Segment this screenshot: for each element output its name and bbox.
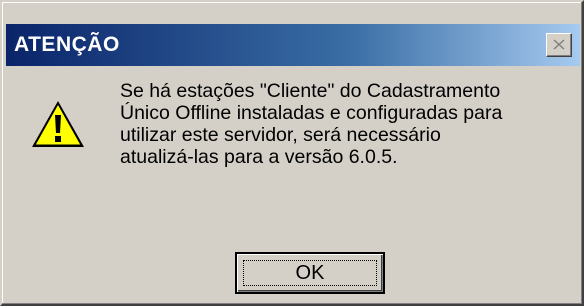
close-icon	[553, 39, 565, 50]
title-bar[interactable]: ATENÇÃO	[6, 24, 580, 66]
dialog-title: ATENÇÃO	[14, 33, 120, 56]
message-line: utilizar este servidor, será necessário	[120, 124, 441, 146]
message-line: Se há estações "Cliente" do Cadastrament…	[120, 80, 501, 102]
message-line: atualizá-las para a versão 6.0.5.	[120, 146, 398, 168]
message-line: Único Offline instaladas e configuradas …	[120, 102, 503, 124]
alert-dialog: ATENÇÃO Se há estações "Cliente" do Cada…	[0, 0, 584, 306]
ok-button-label: OK	[243, 260, 377, 286]
message-text: Se há estações "Cliente" do Cadastrament…	[120, 80, 570, 168]
warning-icon	[32, 101, 84, 147]
close-button[interactable]	[546, 33, 572, 57]
ok-button[interactable]: OK	[235, 252, 385, 294]
